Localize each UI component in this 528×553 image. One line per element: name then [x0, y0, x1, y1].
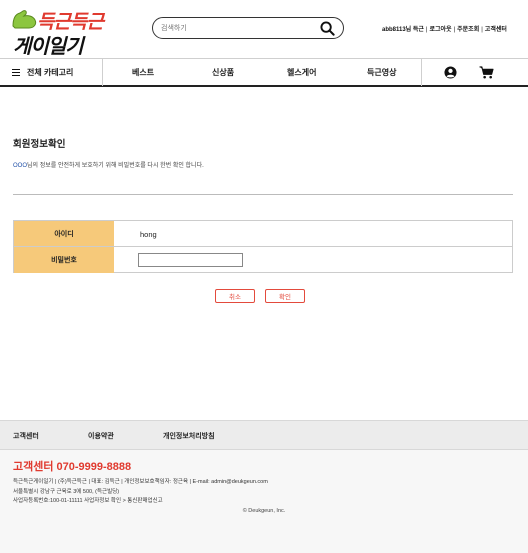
separator: |	[453, 27, 456, 33]
page-description: OOO님의 정보를 안전하게 보호하기 위해 비밀번호를 다시 한번 확인 합니…	[13, 160, 204, 169]
separator: |	[481, 27, 483, 33]
form-row-password: 비밀번호	[14, 247, 512, 273]
verify-form: 아이디 hong 비밀번호	[13, 220, 513, 273]
site-logo[interactable]: 득근득근 게이일기	[11, 6, 111, 58]
nav-icons	[421, 59, 528, 86]
top-link-support[interactable]: 고객센터	[485, 27, 507, 33]
description-text: 님의 정보를 안전하게 보호하기 위해 비밀번호를 다시 한번 확인 합니다.	[27, 163, 204, 169]
id-cell: hong	[114, 221, 512, 246]
user-name-highlight: OOO	[13, 163, 28, 169]
business-number-line: 사업자등록번호:100-01-11111 사업자정보 확인 > 통신판매업신고	[13, 498, 163, 504]
top-link-user[interactable]: abb8113님 득근	[382, 27, 424, 33]
confirm-button[interactable]: 확인	[265, 289, 305, 303]
top-link-orders[interactable]: 주문조회	[457, 27, 479, 33]
category-menu-button[interactable]: 전체 카테고리	[0, 59, 103, 86]
header: 득근득근 게이일기 abb8113님 득근|로그아웃|주문조회|고객센터	[0, 0, 528, 58]
footer-info: 고객센터 070-9999-8888 득근득근게이일기 | (주)득근득근 | …	[0, 450, 528, 553]
search-box	[152, 17, 344, 39]
password-cell	[114, 247, 512, 273]
cart-icon[interactable]	[479, 66, 494, 79]
search-input[interactable]	[161, 21, 311, 35]
muscle-arm-logo-icon	[12, 10, 37, 29]
nav-item-best[interactable]: 베스트	[132, 59, 154, 86]
divider	[13, 194, 513, 195]
customer-center-phone: 고객센터 070-9999-8888	[13, 461, 132, 473]
copyright: © Deukgeun, Inc.	[242, 508, 286, 514]
form-row-id: 아이디 hong	[14, 221, 512, 247]
id-value: hong	[140, 230, 157, 239]
cancel-button[interactable]: 취소	[215, 289, 255, 303]
footer-link-privacy[interactable]: 개인정보처리방침	[163, 431, 215, 441]
company-info-line: 득근득근게이일기 | (주)득근득근 | 대표: 김득근 | 개인정보보호책임자…	[13, 479, 268, 485]
page-title: 회원정보확인	[13, 139, 66, 150]
address-line: 서울특별시 강남구 근육로 3에 500, (득근빌딩)	[13, 489, 120, 495]
password-label: 비밀번호	[14, 247, 114, 273]
top-link-logout[interactable]: 로그아웃	[429, 27, 451, 33]
search-icon[interactable]	[320, 21, 335, 36]
password-input[interactable]	[138, 253, 243, 267]
footer-link-terms[interactable]: 이용약관	[88, 431, 114, 441]
logo-text-bottom: 게이일기	[13, 36, 84, 58]
id-label: 아이디	[14, 221, 114, 246]
main-nav: 전체 카테고리 베스트 신상품 헬스게어 득근영상	[0, 58, 528, 87]
footer-links: 고객센터 이용약관 개인정보처리방침	[0, 420, 528, 450]
nav-item-healthcare[interactable]: 헬스게어	[287, 59, 316, 86]
hamburger-icon	[12, 69, 20, 77]
nav-item-video[interactable]: 득근영상	[367, 59, 396, 86]
nav-item-new[interactable]: 신상품	[212, 59, 234, 86]
footer-link-support[interactable]: 고객센터	[13, 431, 39, 441]
separator: |	[425, 27, 428, 33]
user-icon[interactable]	[444, 66, 457, 79]
top-links: abb8113님 득근 | 로그아웃 | 주문조회 | 고객센터	[382, 24, 507, 33]
category-label: 전체 카테고리	[27, 68, 74, 77]
